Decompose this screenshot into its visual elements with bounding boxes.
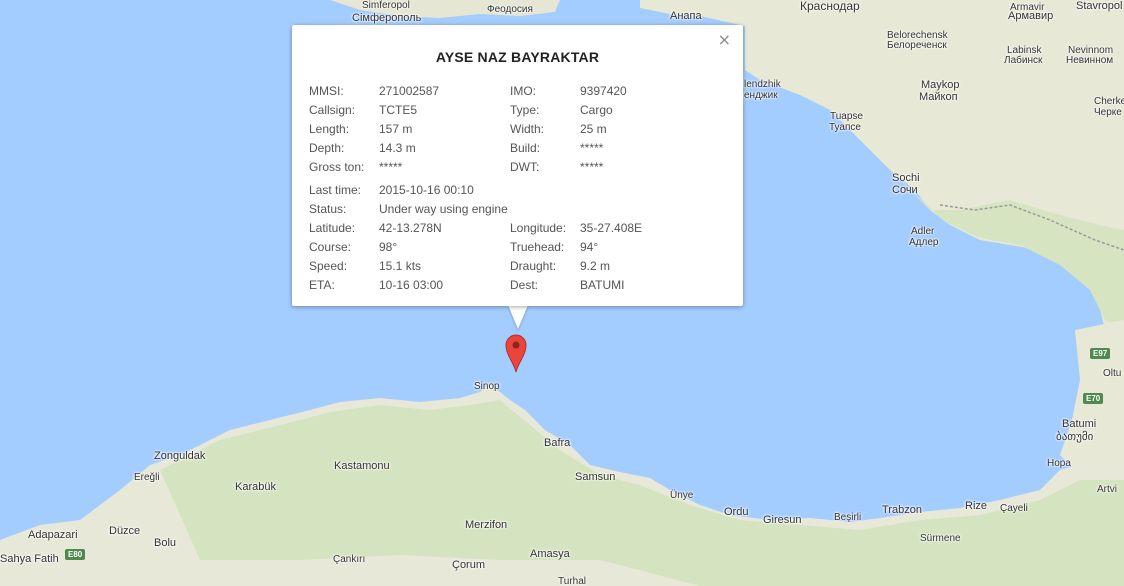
field-value: 94°: [580, 240, 599, 254]
place-label: Майкоп: [919, 91, 958, 103]
place-label: Maykop: [921, 79, 960, 91]
place-label: Невинном: [1066, 55, 1114, 66]
place-label: Hopa: [1047, 458, 1071, 469]
field-label: ETA:: [309, 278, 335, 292]
place-label: Batumi: [1062, 418, 1097, 430]
place-label: Beşirli: [834, 512, 862, 523]
place-label: Düzce: [109, 525, 141, 537]
place-label: Trabzon: [882, 504, 922, 516]
close-icon[interactable]: ×: [718, 32, 731, 48]
field-value: 9.2 m: [580, 259, 611, 273]
field-label: Depth:: [309, 141, 345, 155]
place-label: Ordu: [724, 506, 749, 518]
field-label: Width:: [510, 122, 545, 136]
place-label: Amasya: [530, 548, 570, 560]
highway-shield: E80: [65, 549, 86, 560]
place-label: Rize: [965, 500, 988, 512]
field-value: Cargo: [580, 103, 613, 117]
place-label: Белореченск: [887, 40, 947, 51]
place-label: Bafra: [544, 437, 571, 449]
field-label: Draught:: [510, 259, 557, 273]
vessel-info-popup: × AYSE NAZ BAYRAKTAR MMSI: 271002587 Cal…: [292, 25, 743, 306]
field-value: 2015-10-16 00:10: [379, 183, 474, 197]
field-value: 9397420: [580, 84, 627, 98]
popup-tail: [508, 305, 528, 329]
highway-shield: E70: [1083, 393, 1104, 404]
place-label: Cherke: [1094, 96, 1124, 107]
place-label: Adler: [911, 226, 935, 237]
place-label: Zonguldak: [154, 450, 206, 462]
place-label: Çankırı: [333, 554, 366, 565]
vessel-marker-icon[interactable]: [505, 333, 527, 373]
field-value: 14.3 m: [379, 141, 416, 155]
field-value: 25 m: [580, 122, 607, 136]
place-label: Sinop: [474, 381, 500, 392]
place-label: Sürmene: [920, 533, 961, 544]
field-label: Latitude:: [309, 221, 356, 235]
field-value: 98°: [379, 240, 398, 254]
field-label: Dest:: [510, 278, 539, 292]
place-label: Adapazari: [28, 529, 78, 541]
place-label: Turhal: [558, 576, 586, 586]
field-label: DWT:: [510, 160, 540, 174]
field-label: Last time:: [309, 183, 362, 197]
field-value: *****: [580, 141, 604, 155]
place-label: Адлер: [909, 237, 939, 248]
field-label: Status:: [309, 202, 347, 216]
field-label: Length:: [309, 122, 350, 136]
place-label: Kastamonu: [334, 460, 390, 472]
place-label: Çayeli: [1000, 503, 1028, 514]
field-value: 271002587: [379, 84, 440, 98]
place-label: Tuapse: [830, 111, 863, 122]
place-label: Черке: [1094, 107, 1122, 118]
place-label: Sahya Fatih: [0, 553, 59, 565]
place-label: Bolu: [154, 537, 177, 549]
field-label: Type:: [510, 103, 540, 117]
field-label: Callsign:: [309, 103, 356, 117]
field-label: Build:: [510, 141, 541, 155]
place-label: Сочи: [892, 184, 918, 196]
field-value: 157 m: [379, 122, 413, 136]
field-value: BATUMI: [580, 278, 625, 292]
field-value: *****: [379, 160, 403, 174]
place-label: Stavropol: [1076, 0, 1123, 12]
place-label: Sochi: [892, 172, 920, 184]
vessel-name-title: AYSE NAZ BAYRAKTAR: [435, 49, 600, 65]
place-label: Simferopol: [362, 0, 410, 11]
place-label: Ereğli: [134, 472, 160, 483]
place-label: Феодосия: [487, 4, 533, 15]
field-value: 10-16 03:00: [379, 278, 444, 292]
field-label: Course:: [309, 240, 352, 254]
place-label: Samsun: [575, 471, 616, 483]
place-label: Лабинск: [1004, 55, 1043, 66]
field-value: *****: [580, 160, 604, 174]
field-label: Truehead:: [510, 240, 565, 254]
field-value: 15.1 kts: [379, 259, 422, 273]
place-label: Краснодар: [800, 0, 860, 13]
place-label: енджик: [744, 90, 778, 101]
place-label: ბათუმი: [1056, 431, 1094, 443]
place-label: Merzifon: [465, 519, 508, 531]
field-label: IMO:: [510, 84, 536, 98]
place-label: Сімферополь: [352, 12, 422, 24]
place-label: Армавир: [1008, 10, 1054, 22]
field-label: Gross ton:: [309, 160, 365, 174]
field-value: Under way using engine: [379, 202, 508, 216]
place-label: Ünye: [670, 490, 694, 501]
place-label: Giresun: [763, 514, 802, 526]
field-label: Speed:: [309, 259, 348, 273]
field-label: Longitude:: [510, 221, 567, 235]
field-label: MMSI:: [309, 84, 344, 98]
place-label: Анапа: [670, 10, 702, 22]
place-label: Oltu: [1103, 368, 1122, 379]
field-value: TCTE5: [379, 103, 418, 117]
place-label: Çorum: [452, 559, 486, 571]
highway-shield: E97: [1090, 348, 1111, 359]
place-label: Туапсе: [829, 122, 861, 133]
place-label: lendzhik: [744, 79, 781, 90]
field-value: 42-13.278N: [379, 221, 442, 235]
place-label: Karabük: [235, 481, 276, 493]
place-label: Artvi: [1097, 484, 1117, 495]
field-value: 35-27.408E: [580, 221, 643, 235]
